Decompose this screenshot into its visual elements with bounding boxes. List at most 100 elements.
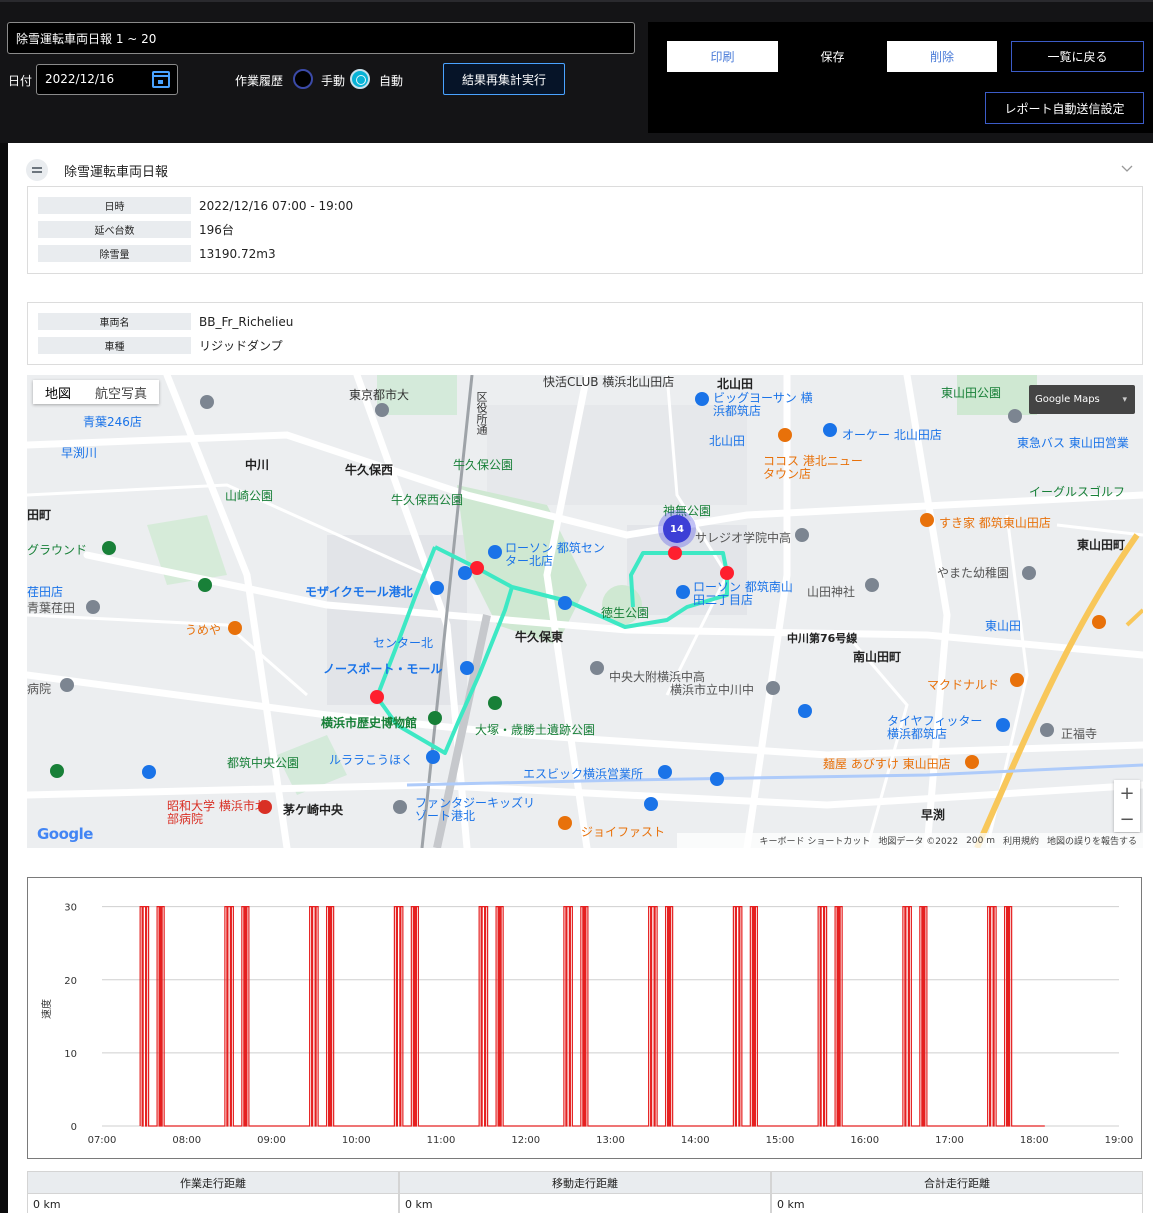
x-tick-label: 13:00 (596, 1135, 625, 1146)
map-label: 正福寺 (1061, 727, 1098, 741)
summary-key: 延べ台数 (38, 221, 191, 238)
map-label: 早渕 (921, 808, 946, 822)
summary-row: 延べ台数 196台 (38, 221, 234, 238)
google-logo: Google (37, 825, 93, 843)
distance-header: 作業走行距離 (27, 1171, 399, 1194)
zoom-in-icon[interactable]: + (1114, 780, 1140, 806)
map-label: やまた幼稚園 (937, 566, 1010, 580)
map-label: 中川 (245, 458, 270, 472)
map-label: 南山田町 (853, 650, 902, 664)
map-label: ローソン 都筑センター北店 (505, 541, 605, 568)
summary-key: 除雪量 (38, 245, 191, 262)
route-map[interactable]: 東京都市大 快活CLUB 横浜北山田店 北山田 ビッグヨーサン 横浜都筑店 オー… (27, 375, 1143, 848)
section-header[interactable]: 除雪運転車両日報 (26, 159, 168, 181)
terms-link[interactable]: 利用規約 (1003, 834, 1039, 847)
map-label: 東山田町 (1077, 538, 1126, 552)
chevron-down-icon[interactable] (1121, 162, 1133, 174)
map-label: ファンタジーキッズリゾート港北 (415, 796, 536, 823)
map-label: ノースポート・モール (323, 662, 443, 676)
y-tick-label: 0 (71, 1122, 77, 1133)
map-label: タイヤフィッター 横浜都筑店 (887, 714, 983, 741)
vehicle-key: 車種 (38, 337, 191, 354)
report-auto-send-button[interactable]: レポート自動送信設定 (985, 92, 1144, 124)
menu-icon[interactable] (26, 159, 48, 181)
y-tick-label: 10 (64, 1049, 77, 1060)
marker-cluster[interactable]: 14 (663, 515, 691, 543)
map-label: 牛久保東 (515, 630, 564, 644)
route-marker[interactable] (470, 561, 484, 575)
map-type-satellite[interactable]: 航空写真 (83, 380, 159, 404)
map-label: 牛久保西公園 (391, 493, 464, 507)
keyboard-shortcuts-link[interactable]: キーボード ショートカット (760, 834, 871, 847)
map-label: 田町 (27, 508, 52, 522)
x-tick-label: 17:00 (935, 1135, 964, 1146)
map-label: 東京都市大 (349, 388, 410, 402)
route-marker[interactable] (370, 690, 384, 704)
map-label: マクドナルド (927, 678, 1000, 692)
map-label: モザイクモール港北 (305, 585, 413, 599)
map-type-control[interactable]: 地図 航空写真 (33, 380, 160, 404)
save-button[interactable]: 保存 (778, 41, 887, 72)
vehicle-box: 車両名 BB_Fr_Richelieu 車種 リジッドダンプ (27, 302, 1143, 365)
report-error-link[interactable]: 地図の誤りを報告する (1047, 834, 1137, 847)
route-marker[interactable] (720, 566, 734, 580)
x-tick-label: 14:00 (681, 1135, 710, 1146)
speed-chart-svg: 0 10 20 30 07:00 08:00 09:00 10:00 11:00 12:00 13:… (40, 903, 1133, 1146)
x-tick-label: 10:00 (342, 1135, 371, 1146)
map-label: 牛久保公園 (453, 458, 514, 472)
report-title-field[interactable]: 除雪運転車両日報 1 ~ 20 (7, 22, 635, 54)
map-label: 大塚・歳勝土遺跡公園 (475, 723, 596, 737)
date-field[interactable]: 2022/12/16 (36, 64, 178, 95)
map-label: うめや (185, 623, 222, 637)
x-tick-label: 16:00 (850, 1135, 879, 1146)
summary-value: 2022/12/16 07:00 - 19:00 (199, 198, 354, 213)
map-label: 北山田 (717, 377, 754, 391)
map-label: 山田神社 (807, 585, 856, 599)
distance-header-row: 作業走行距離 移動走行距離 合計走行距離 (27, 1171, 1143, 1194)
distance-value-row: 0 km 0 km 0 km (27, 1194, 1143, 1213)
calendar-icon[interactable] (152, 71, 170, 88)
map-label: ココス 港北ニュータウン店 (763, 454, 863, 481)
speed-chart: 0 10 20 30 07:00 08:00 09:00 10:00 11:00 12:00 13:… (27, 877, 1142, 1159)
map-label: 横浜市立中川中 (670, 683, 755, 697)
delete-button[interactable]: 削除 (887, 41, 997, 72)
map-label: グラウンド (27, 543, 88, 557)
map-label: 東山田 (985, 619, 1022, 633)
vehicle-value: BB_Fr_Richelieu (199, 314, 294, 329)
map-label: サレジオ学院中高 (695, 531, 792, 545)
map-label: イーグルスゴルフ (1029, 485, 1126, 499)
x-tick-label: 18:00 (1020, 1135, 1049, 1146)
map-type-map[interactable]: 地図 (33, 380, 83, 404)
map-label: 中川第76号線 (787, 632, 858, 645)
radio-manual-label: 手動 (321, 74, 346, 88)
summary-box: 日時 2022/12/16 07:00 - 19:00 延べ台数 196台 除雪… (27, 186, 1143, 274)
map-data-text: 地図データ ©2022 (878, 837, 959, 847)
route-marker[interactable] (668, 546, 682, 560)
x-tick-label: 08:00 (172, 1135, 201, 1146)
map-label: 茅ケ崎中央 (283, 803, 344, 817)
map-label: 横浜市歴史博物館 (321, 716, 418, 730)
date-label: 日付 (8, 74, 33, 88)
vehicle-value: リジッドダンプ (199, 339, 283, 353)
speed-series-line (139, 906, 1045, 1127)
y-tick-label: 30 (64, 903, 77, 914)
google-maps-selector[interactable]: Google Maps (1029, 385, 1135, 414)
back-to-list-button[interactable]: 一覧に戻る (1011, 41, 1144, 72)
summary-value: 196台 (199, 223, 234, 237)
radio-manual[interactable] (293, 69, 313, 89)
distance-header: 合計走行距離 (771, 1171, 1143, 1194)
zoom-control[interactable]: + − (1114, 780, 1140, 832)
vehicle-row: 車両名 BB_Fr_Richelieu (38, 313, 293, 330)
map-label: 東急バス 東山田営業 (1017, 436, 1129, 450)
map-label: 区役所通 (475, 391, 488, 435)
scale-text: 200 m (966, 835, 995, 846)
radio-auto[interactable] (350, 69, 370, 89)
summary-key: 日時 (38, 197, 191, 214)
zoom-out-icon[interactable]: − (1114, 806, 1140, 832)
x-tick-label: 15:00 (766, 1135, 795, 1146)
recalc-button[interactable]: 結果再集計実行 (443, 63, 565, 95)
map-label: 青葉荏田 (27, 601, 76, 615)
map-label: 快活CLUB 横浜北山田店 (543, 375, 675, 389)
print-button[interactable]: 印刷 (667, 41, 778, 72)
map-label: ジョイファスト (581, 825, 666, 839)
